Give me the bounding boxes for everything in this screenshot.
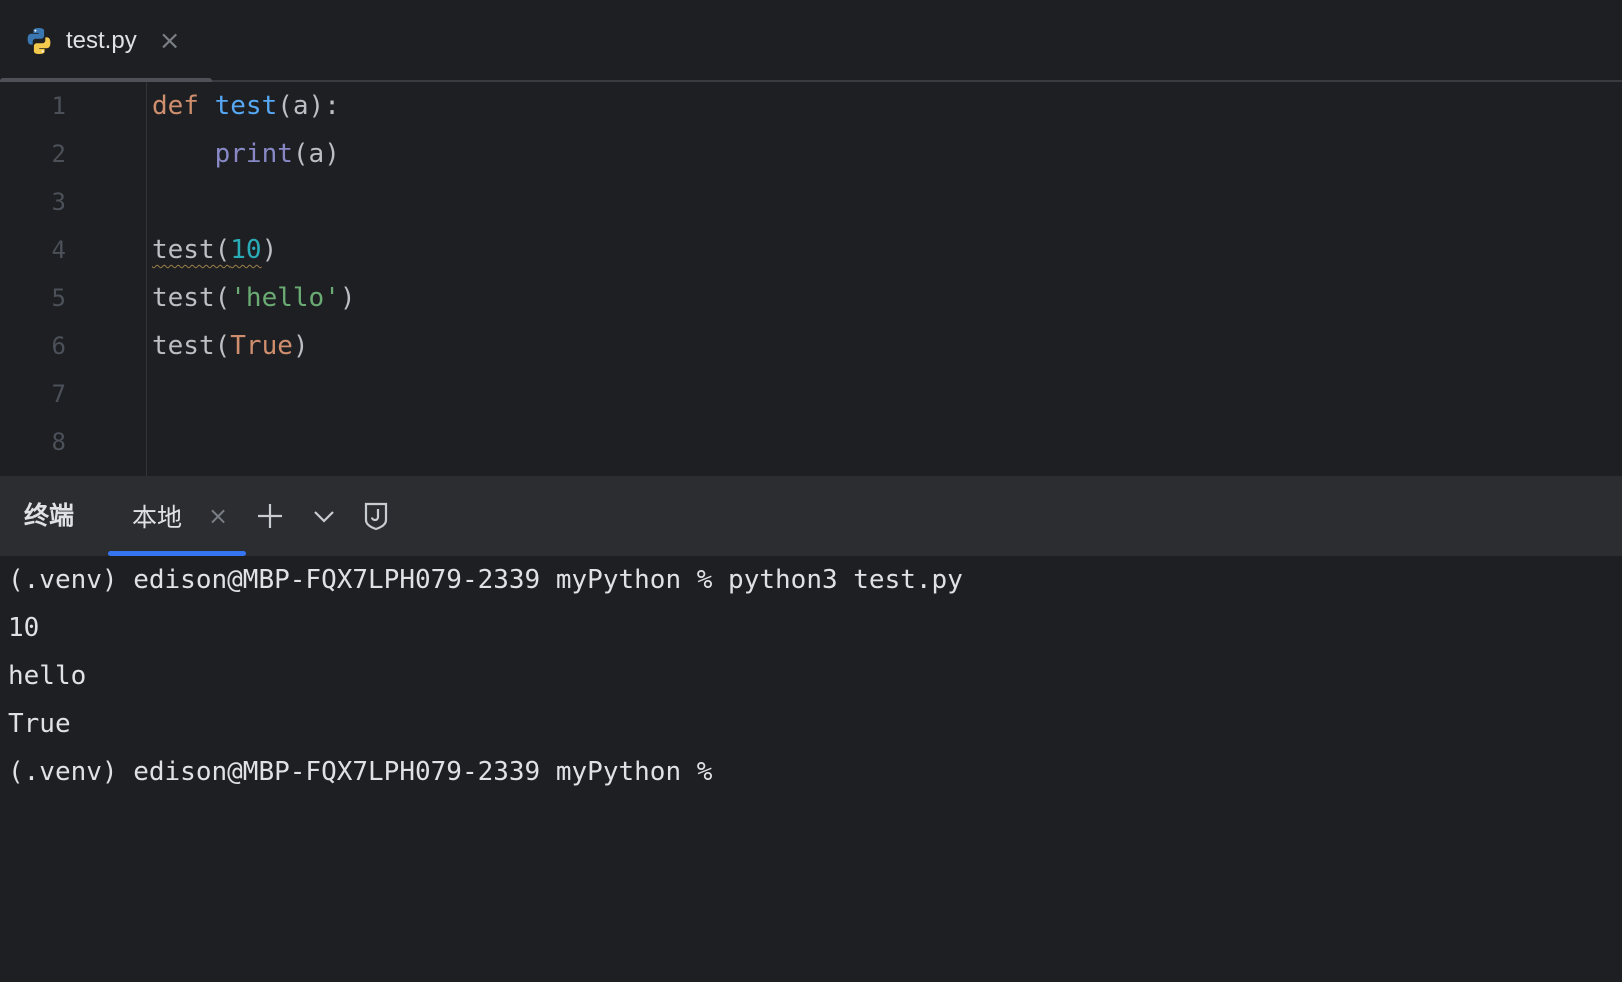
code-token: test(: [152, 331, 231, 361]
terminal-tab-label: 本地: [132, 503, 183, 532]
code-token: test(: [152, 235, 231, 265]
code-token: 'hello': [230, 283, 340, 313]
plus-icon[interactable]: [250, 476, 290, 556]
line-number: 6: [51, 332, 66, 360]
terminal-line: (.venv) edison@MBP-FQX7LPH079-2339 myPyt…: [8, 757, 713, 787]
chevron-down-icon[interactable]: [304, 476, 344, 556]
code-token: test: [214, 91, 278, 121]
close-icon[interactable]: ×: [208, 502, 228, 530]
terminal-line: True: [8, 709, 71, 739]
close-tab-icon[interactable]: ×: [159, 28, 181, 54]
code-token: True: [230, 331, 293, 361]
code-token: (a): [292, 139, 340, 169]
code-token: def: [152, 91, 199, 121]
line-number: 4: [51, 236, 66, 264]
code-token: ): [292, 331, 309, 361]
code-token: ): [261, 235, 278, 265]
line-number: 2: [51, 140, 66, 168]
file-tab-test-py[interactable]: test.py ×: [0, 0, 212, 84]
terminal-tab-local[interactable]: 本地 ×: [108, 476, 246, 556]
terminal-line: 10: [8, 613, 40, 643]
line-number: 5: [51, 284, 66, 312]
code-token: print: [214, 139, 293, 169]
code-editor[interactable]: 1 2 3 4 5 6 7 8 def test(a): print(a) tes…: [0, 82, 1622, 476]
python-icon: [24, 26, 54, 56]
code-token: (a):: [277, 91, 340, 121]
code-line: test(True): [152, 322, 309, 370]
shield-icon[interactable]: [356, 476, 396, 556]
code-line: def test(a):: [152, 82, 340, 130]
line-number: 1: [51, 92, 66, 120]
code-line: test('hello'): [152, 274, 356, 322]
line-number-gutter: 1 2 3 4 5 6 7 8: [0, 82, 147, 476]
terminal-line: (.venv) edison@MBP-FQX7LPH079-2339 myPyt…: [8, 565, 963, 595]
terminal-output[interactable]: (.venv) edison@MBP-FQX7LPH079-2339 myPyt…: [0, 556, 1622, 982]
file-tab-label: test.py: [66, 27, 137, 54]
editor-tab-bar: test.py ×: [0, 0, 1622, 84]
code-line: test(10): [152, 226, 277, 274]
terminal-toolbar: 终端 本地 ×: [0, 476, 1622, 556]
terminal-line: hello: [8, 661, 87, 691]
line-number: 3: [51, 188, 66, 216]
code-token: ): [339, 283, 356, 313]
code-token: test(: [152, 283, 231, 313]
code-token: 10: [230, 235, 262, 265]
line-number: 8: [51, 428, 66, 456]
terminal-title: 终端: [24, 501, 75, 530]
code-line: print(a): [152, 130, 340, 178]
line-number: 7: [51, 380, 66, 408]
